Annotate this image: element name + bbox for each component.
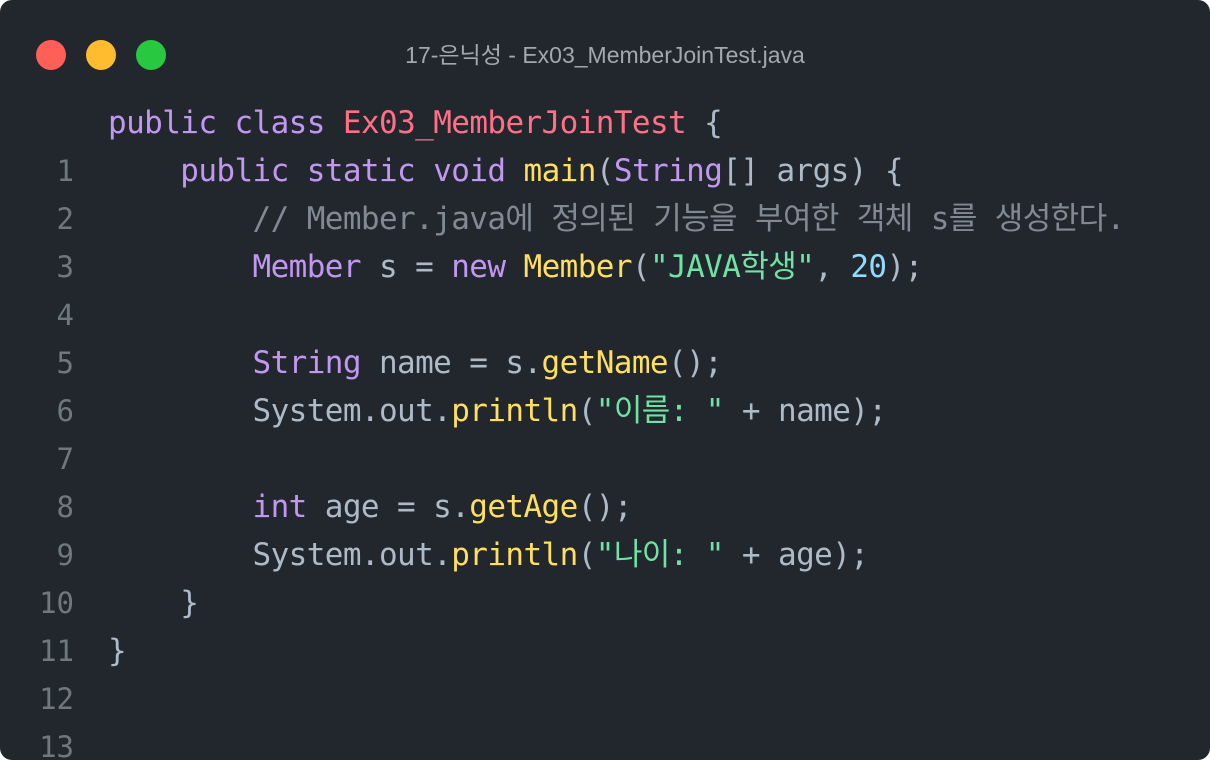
code-line: 6 String name = s.getName(); [0, 339, 1210, 428]
code-line: 11 } [0, 579, 1210, 668]
punctuation: ( [577, 537, 597, 573]
keyword: class [234, 105, 325, 141]
code-line: 5 [0, 291, 1210, 380]
code-line: 4 Member s = new Member("JAVA학생", 20); [0, 243, 1210, 332]
keyword: new [451, 249, 506, 285]
code-line: 7 System.out.println("이름: " + name); [0, 387, 1210, 476]
code-text: + name); [723, 393, 887, 429]
keyword: void [433, 153, 506, 189]
line-code: System.out.println("나이: " + age); [108, 531, 869, 579]
line-code: } [108, 627, 127, 675]
punctuation: ( [595, 153, 615, 189]
punctuation: (); [668, 345, 723, 381]
number-literal: 20 [850, 249, 887, 285]
line-code: int age = s.getAge(); [108, 483, 633, 531]
line-code: } [108, 579, 199, 627]
code-line: 2 public static void main(String[] args)… [0, 147, 1210, 236]
function-name: getName [541, 345, 669, 381]
type-name: String [613, 153, 723, 189]
keyword: int [252, 489, 308, 525]
line-code: Member s = new Member("JAVA학생", 20); [108, 243, 924, 291]
line-code: public static void main(String[] args) { [108, 147, 903, 195]
function-name: getAge [469, 489, 578, 525]
function-name: main [523, 153, 597, 189]
window-title: 17-은닉성 - Ex03_MemberJoinTest.java [405, 42, 805, 68]
class-name: Ex03_MemberJoinTest [342, 105, 687, 141]
comment: // Member.java에 정의된 기능을 부여한 객체 s를 생성한다. [252, 201, 1126, 237]
code-text: + age); [723, 537, 869, 573]
code-line: 9 int age = s.getAge(); [0, 483, 1210, 572]
code-line: 12 } [0, 627, 1210, 716]
code-window: 17-은닉성 - Ex03_MemberJoinTest.java 1 publ… [0, 0, 1210, 760]
line-code: public class Ex03_MemberJoinTest { [108, 99, 723, 147]
code-text: System.out. [252, 537, 452, 573]
punctuation: ); [886, 249, 924, 285]
line-code: // Member.java에 정의된 기능을 부여한 객체 s를 생성한다. [108, 195, 1126, 243]
punctuation: [] args) { [722, 153, 903, 189]
punctuation: (); [577, 489, 633, 525]
keyword: public [108, 105, 217, 141]
code-line: 13 [0, 675, 1210, 760]
code-line: 8 [0, 435, 1210, 524]
punctuation: ( [577, 393, 597, 429]
code-line: 10 System.out.println("나이: " + age); [0, 531, 1210, 620]
code-text: age = s. [306, 489, 470, 525]
punctuation: , [814, 249, 851, 285]
code-text: System.out. [252, 393, 452, 429]
type-name: Member [252, 249, 362, 285]
string-literal: "나이: " [595, 537, 725, 573]
line-code: String name = s.getName(); [108, 339, 723, 387]
string-literal: "이름: " [595, 393, 725, 429]
line-number: 13 [39, 730, 74, 760]
type-name: String [252, 345, 362, 381]
title-bar: 17-은닉성 - Ex03_MemberJoinTest.java [0, 0, 1210, 100]
closing-brace: } [108, 585, 199, 621]
closing-brace: } [108, 633, 127, 669]
function-name: println [451, 537, 578, 573]
function-name: Member [523, 249, 633, 285]
code-text: name = s. [360, 345, 542, 381]
keyword: public [180, 153, 289, 189]
function-name: println [451, 393, 578, 429]
punctuation: { [686, 105, 723, 141]
string-literal: "JAVA학생" [649, 249, 815, 285]
line-code: System.out.println("이름: " + name); [108, 387, 888, 435]
code-editor: 1 public class Ex03_MemberJoinTest { 2 p… [0, 99, 1210, 760]
code-line: 1 public class Ex03_MemberJoinTest { [0, 99, 1210, 188]
code-text: s = [360, 249, 452, 285]
keyword: static [306, 153, 416, 189]
punctuation: ( [631, 249, 651, 285]
code-line: 3 // Member.java에 정의된 기능을 부여한 객체 s를 생성한다… [0, 195, 1210, 284]
